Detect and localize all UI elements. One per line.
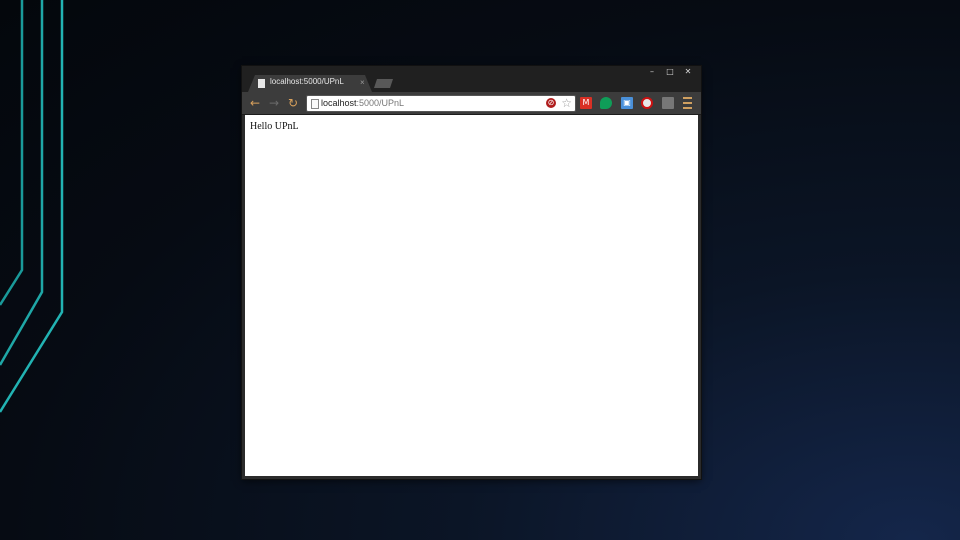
menu-icon[interactable] [683,97,692,109]
browser-toolbar: ← → ↻ localhost:5000/UPnL ⊘ ☆ M ▣ [242,92,701,115]
window-controls: – □ ✕ [643,66,697,77]
browser-window: localhost:5000/UPnL × – □ ✕ ← → ↻ localh… [242,66,701,479]
tab-active[interactable]: localhost:5000/UPnL × [248,75,372,92]
devtools-icon[interactable] [662,97,674,109]
page-info-icon[interactable] [311,99,319,109]
opera-icon[interactable] [641,97,653,109]
page-favicon-icon [258,79,265,88]
url-path: :5000/UPnL [356,98,405,108]
tab-title: localhost:5000/UPnL [270,77,344,86]
url-host: localhost [321,98,357,108]
new-tab-button[interactable] [374,79,393,88]
page-content: Hello UPnL [245,115,698,476]
title-bar: localhost:5000/UPnL × – □ ✕ [242,66,701,92]
back-button[interactable]: ← [248,96,262,110]
close-window-button[interactable]: ✕ [679,66,697,77]
forward-button[interactable]: → [267,96,281,110]
bookmark-star-icon[interactable]: ☆ [561,96,572,110]
address-bar[interactable]: localhost:5000/UPnL ⊘ ☆ [306,95,576,112]
minimize-button[interactable]: – [643,66,661,77]
block-icon[interactable]: ⊘ [546,98,556,108]
gmail-icon[interactable]: M [580,97,592,109]
reload-button[interactable]: ↻ [286,96,300,110]
page-body-text: Hello UPnL [250,121,299,132]
maximize-button[interactable]: □ [661,66,679,77]
hangouts-icon[interactable] [600,97,612,109]
photos-icon[interactable]: ▣ [621,97,633,109]
tab-close-icon[interactable]: × [360,77,365,89]
address-bar-url[interactable]: localhost:5000/UPnL [321,97,404,110]
decorative-accent-lines [0,0,64,413]
